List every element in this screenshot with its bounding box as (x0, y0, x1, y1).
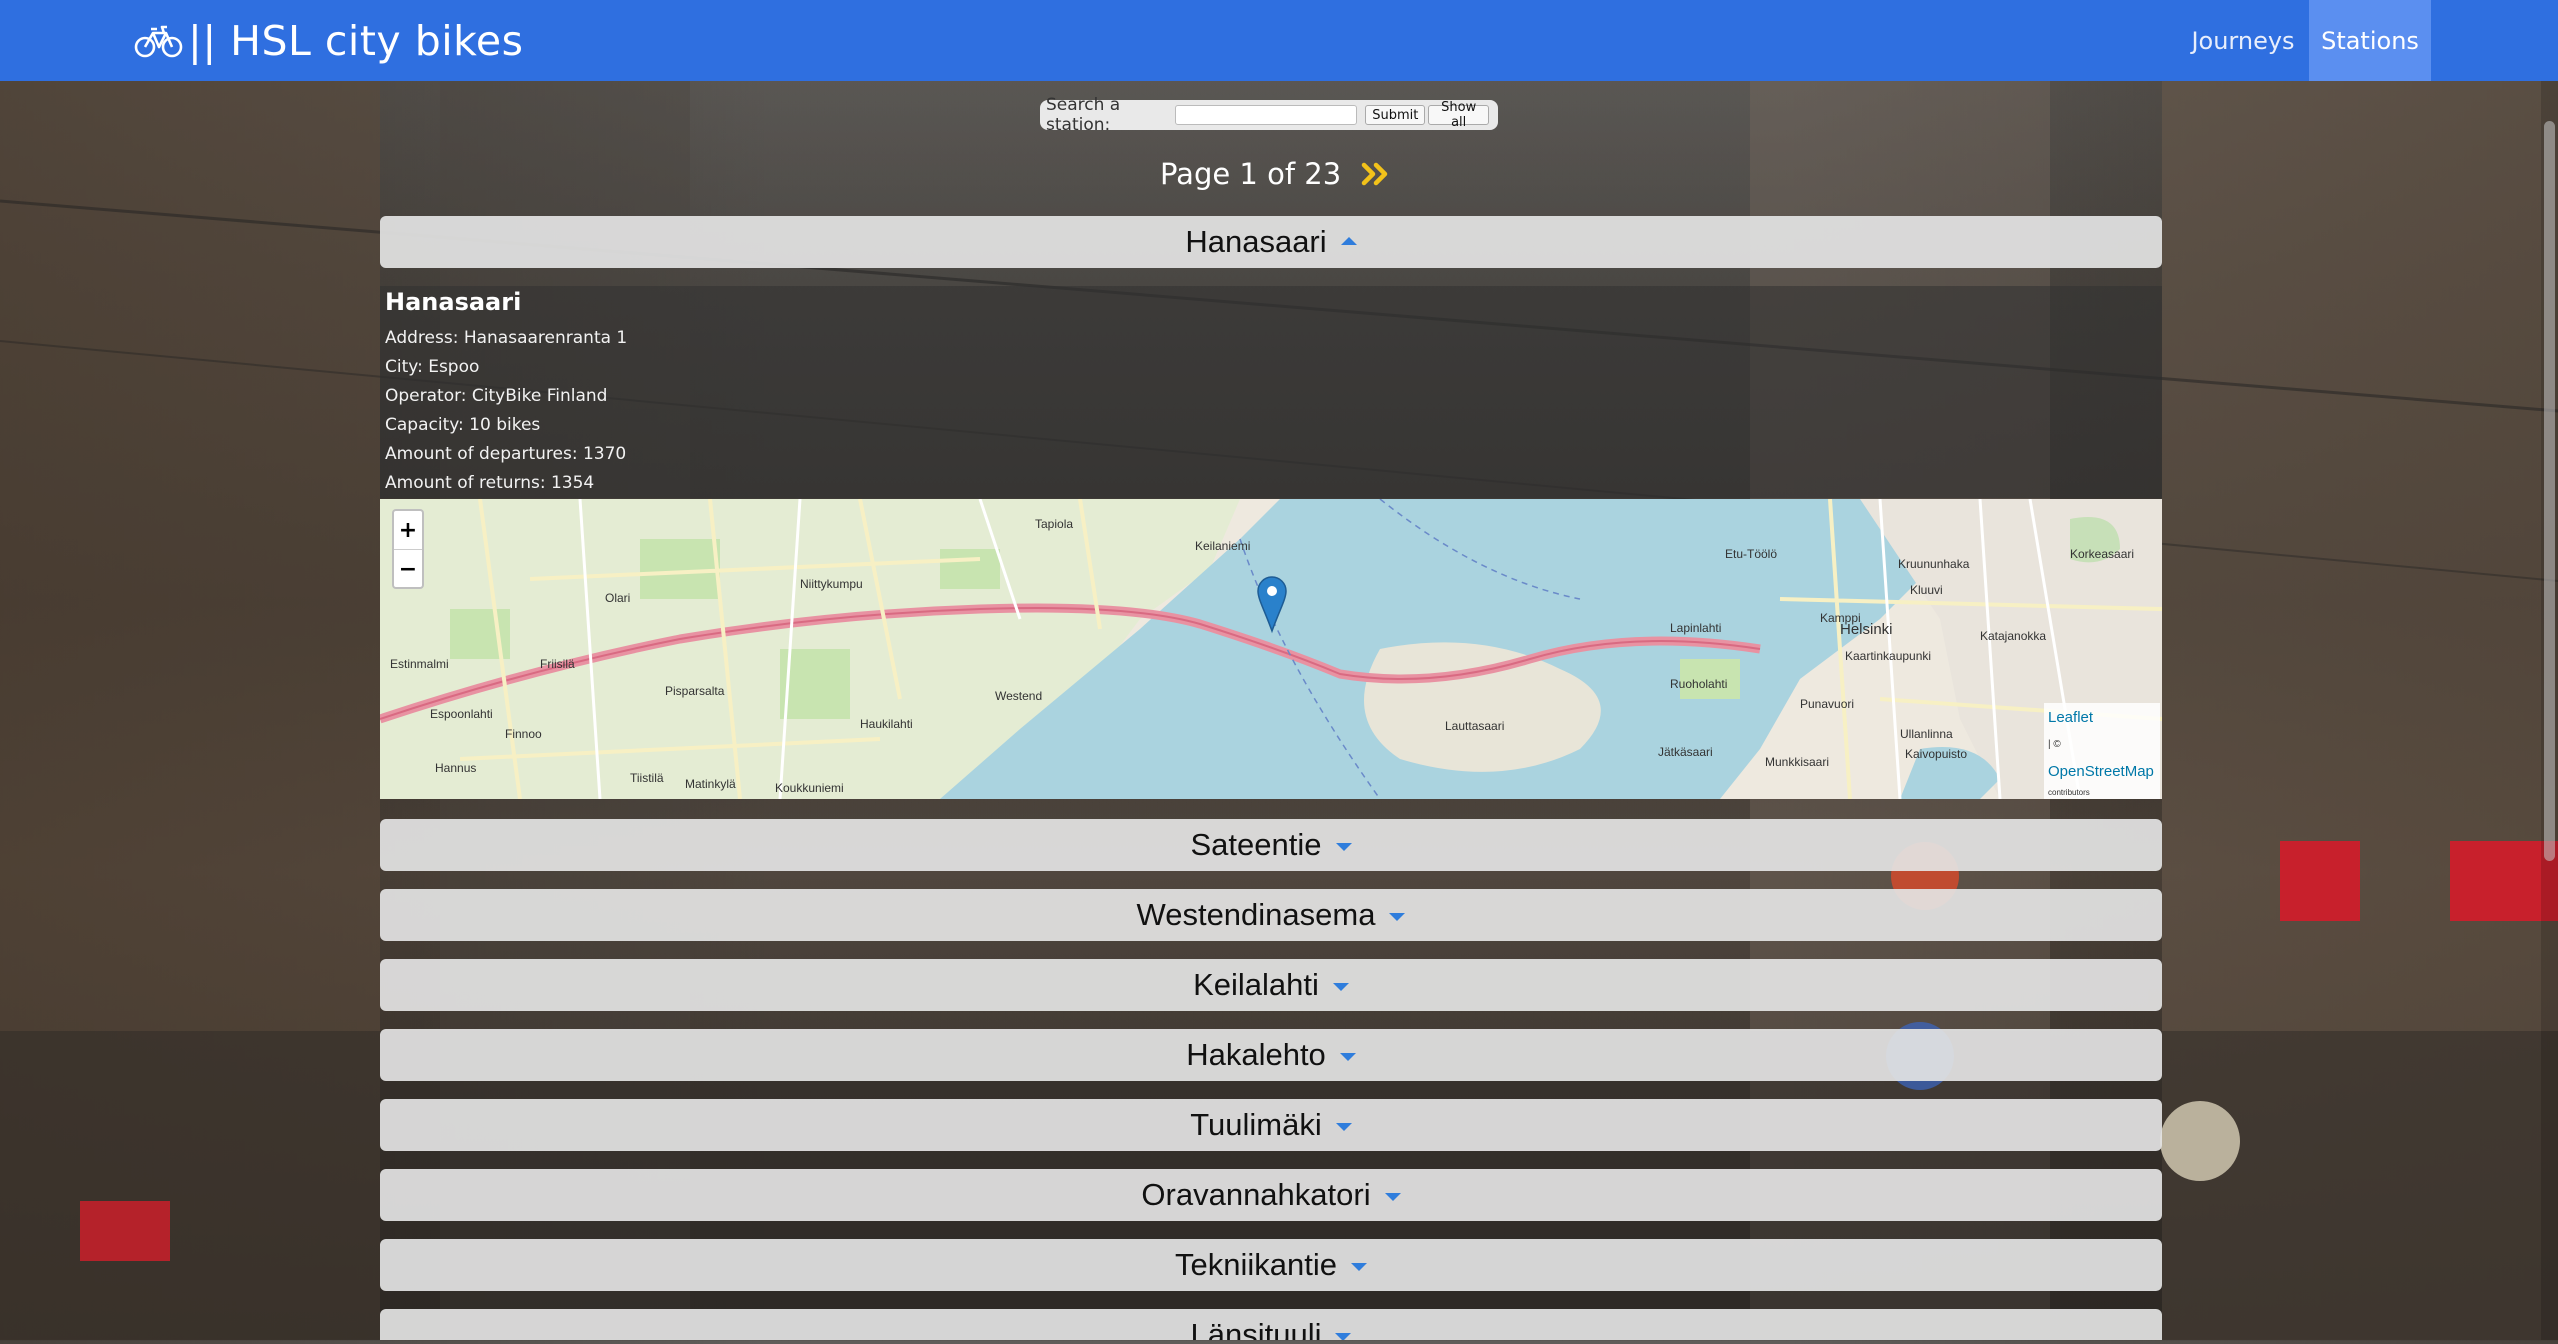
map-label: Munkkisaari (1765, 755, 1830, 769)
map-label: Estinmalmi (390, 657, 449, 671)
caret-down-icon (1332, 983, 1349, 991)
map-attribution: Leaflet | © OpenStreetMap contributors (2044, 703, 2160, 799)
openstreetmap-link[interactable]: OpenStreetMap (2048, 763, 2156, 780)
station-header-hakalehto[interactable]: Hakalehto (380, 1029, 2162, 1081)
map-label: Etu-Töölö (1725, 547, 1778, 561)
station-name: Westendinasema (1136, 897, 1376, 932)
map-label: Hannus (435, 761, 477, 775)
scrollbar[interactable] (2541, 81, 2558, 1340)
station-name: Sateentie (1190, 827, 1322, 862)
station-header-oravannahkatori[interactable]: Oravannahkatori (380, 1169, 2162, 1221)
map-label: Katajanokka (1980, 629, 2047, 643)
station-details: Hanasaari Address: Hanasaarenranta 1 Cit… (380, 286, 2162, 498)
detail-returns: Amount of returns: 1354 (385, 473, 595, 493)
station-header-sateentie[interactable]: Sateentie (380, 819, 2162, 871)
submit-button[interactable]: Submit (1365, 105, 1426, 125)
map-label: Olari (605, 591, 631, 605)
station-search-input[interactable] (1175, 105, 1358, 125)
caret-down-icon (1335, 1333, 1352, 1340)
caret-down-icon (1384, 1193, 1401, 1201)
detail-city: City: Espoo (385, 357, 480, 377)
nav-journeys[interactable]: Journeys (2176, 0, 2310, 81)
station-header-tuulimaki[interactable]: Tuulimäki (380, 1099, 2162, 1151)
detail-address: Address: Hanasaarenranta 1 (385, 328, 628, 348)
caret-down-icon (1335, 1123, 1352, 1131)
map-label: Matinkylä (685, 777, 736, 791)
bicycle-icon (134, 25, 183, 57)
map-label: Jätkäsaari (1658, 745, 1713, 759)
station-name: Keilalahti (1193, 967, 1319, 1002)
caret-down-icon (1389, 913, 1406, 921)
leaflet-link[interactable]: Leaflet (2048, 709, 2156, 726)
navbar: || HSL city bikes Journeys Stations (0, 0, 2558, 81)
map-label: Westend (995, 689, 1043, 703)
station-name: Tuulimäki (1190, 1107, 1322, 1142)
search-label: Search a station: (1046, 95, 1121, 135)
map-label: Kruununhaka (1898, 557, 1970, 571)
detail-departures: Amount of departures: 1370 (385, 444, 627, 464)
brand-title: || HSL city bikes (188, 16, 524, 65)
map-label: Niittykumpu (800, 577, 863, 591)
station-name: Hakalehto (1186, 1037, 1326, 1072)
details-title: Hanasaari (385, 288, 522, 316)
map-label: Kamppi (1820, 611, 1861, 625)
map-label: Haukilahti (860, 717, 913, 731)
map-label: Finnoo (505, 727, 542, 741)
map-label: Keilaniemi (1195, 539, 1251, 553)
scrollbar-thumb[interactable] (2544, 121, 2555, 861)
attribution-contributors: contributors (2048, 788, 2090, 797)
caret-down-icon (1335, 843, 1352, 851)
map-label: Friisilä (540, 657, 575, 671)
station-header-lansituuli[interactable]: Länsituuli (380, 1309, 2162, 1340)
station-search-form: Search a station: Submit Show all (1040, 95, 1498, 135)
map-label: Tiistilä (630, 771, 664, 785)
caret-down-icon (1339, 1053, 1356, 1061)
zoom-control: + − (392, 509, 424, 589)
detail-capacity: Capacity: 10 bikes (385, 415, 541, 435)
caret-down-icon (1350, 1263, 1367, 1271)
detail-operator: Operator: CityBike Finland (385, 386, 608, 406)
nav-stations[interactable]: Stations (2309, 0, 2431, 81)
map-label: Ullanlinna (1900, 727, 1953, 741)
station-name: Länsituuli (1190, 1317, 1322, 1340)
station-header-westendinasema[interactable]: Westendinasema (380, 889, 2162, 941)
double-chevron-right-icon[interactable] (1361, 160, 1391, 188)
map-label: Kaivopuisto (1905, 747, 1968, 761)
map-label: Korkeasaari (2070, 547, 2135, 561)
map-label: Pisparsalta (665, 684, 725, 698)
station-name: Tekniikantie (1175, 1247, 1337, 1282)
zoom-out-button[interactable]: − (394, 550, 422, 588)
station-map[interactable]: Tapiola Keilaniemi Niittykumpu Olari Wes… (380, 499, 2162, 799)
station-name: Hanasaari (1185, 224, 1327, 259)
map-label: Kaartinkaupunki (1845, 649, 1932, 663)
show-all-button[interactable]: Show all (1428, 100, 1489, 130)
caret-up-icon (1340, 237, 1357, 245)
station-header-hanasaari[interactable]: Hanasaari (380, 216, 2162, 268)
brand[interactable]: || HSL city bikes (134, 12, 523, 69)
map-label: Lauttasaari (1445, 719, 1505, 733)
map-label: Kluuvi (1910, 583, 1943, 597)
station-header-tekniikantie[interactable]: Tekniikantie (380, 1239, 2162, 1291)
zoom-in-button[interactable]: + (394, 511, 422, 550)
map-label: Tapiola (1035, 517, 1074, 531)
map-label: Lapinlahti (1670, 621, 1722, 635)
map-label: Koukkuniemi (775, 781, 844, 795)
page-indicator: Page 1 of 23 (1160, 157, 1342, 191)
map-label: Ruoholahti (1670, 677, 1728, 691)
station-header-keilalahti[interactable]: Keilalahti (380, 959, 2162, 1011)
station-name: Oravannahkatori (1141, 1177, 1371, 1212)
pagination: Page 1 of 23 (1160, 154, 1420, 194)
map-label: Espoonlahti (430, 707, 493, 721)
attribution-separator: | © (2048, 739, 2061, 750)
map-label: Punavuori (1800, 697, 1855, 711)
